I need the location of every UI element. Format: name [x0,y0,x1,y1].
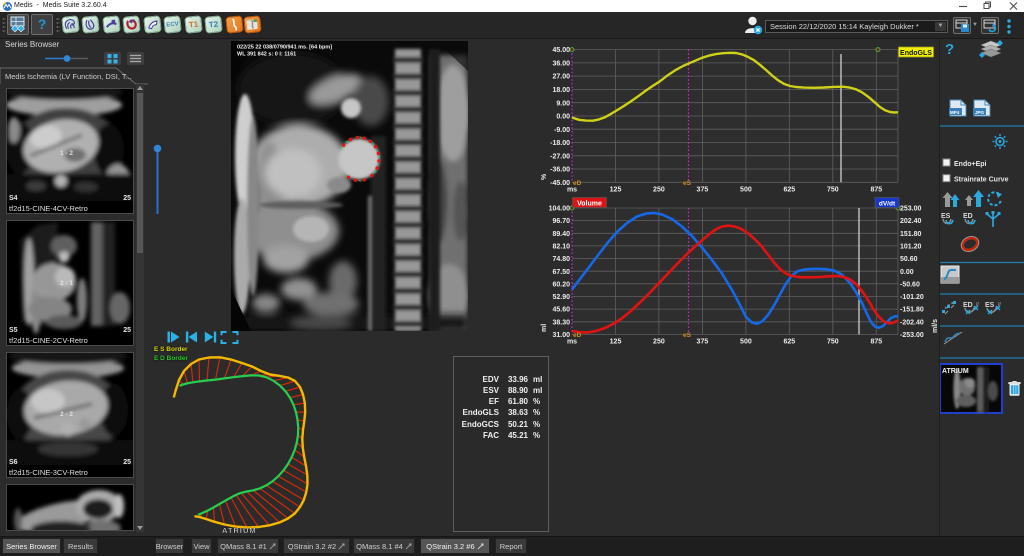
svg-text:250: 250 [653,187,665,194]
svg-text:Endo+Epi: Endo+Epi [954,161,987,168]
svg-text:JPG: JPG [975,110,985,115]
svg-text:Medis Ischemia (LV Function, D: Medis Ischemia (LV Function, DSI, T... [5,72,132,81]
svg-text:9.00: 9.00 [556,100,570,107]
svg-text:45.60: 45.60 [552,307,570,314]
svg-text:96.70: 96.70 [552,218,570,225]
svg-text:-50.60: -50.60 [900,281,920,288]
svg-text:74.80: 74.80 [552,256,570,263]
svg-text:875: 875 [870,187,882,194]
svg-text:0.00: 0.00 [556,114,570,121]
svg-text:-253.00: -253.00 [900,332,924,339]
svg-text:82.10: 82.10 [552,244,570,251]
svg-text:-202.40: -202.40 [900,319,924,326]
svg-text:101.20: 101.20 [900,244,922,251]
svg-text:50.60: 50.60 [900,256,918,263]
svg-text:eS: eS [683,180,692,187]
svg-text:?: ? [945,41,954,58]
svg-text:25: 25 [123,327,131,334]
svg-text:MP4: MP4 [950,110,960,115]
svg-text:-101.20: -101.20 [900,294,924,301]
svg-text:ms: ms [567,339,577,346]
svg-text:750: 750 [827,187,839,194]
svg-text:89.40: 89.40 [552,231,570,238]
svg-text:25: 25 [123,459,131,466]
svg-text:ATRIUM: ATRIUM [222,526,257,535]
svg-text:tf2d15-CINE-4CV-Retro: tf2d15-CINE-4CV-Retro [9,204,88,213]
svg-text:ms: ms [567,187,577,194]
svg-text:750: 750 [827,339,839,346]
svg-text:-9.00: -9.00 [554,127,570,134]
svg-text:-36.00: -36.00 [550,167,570,174]
svg-text:Strainrate Curve: Strainrate Curve [954,177,1009,184]
svg-text:WL 391 842 s: 0 I: 1161: WL 391 842 s: 0 I: 1161 [237,52,296,58]
svg-text:0.00: 0.00 [900,269,914,276]
svg-text:60.20: 60.20 [552,281,570,288]
svg-text:eS: eS [683,332,692,339]
svg-text:151.80: 151.80 [900,231,922,238]
svg-text:67.50: 67.50 [552,269,570,276]
svg-text:-151.80: -151.80 [900,307,924,314]
svg-text:S4: S4 [9,195,18,202]
svg-text:500: 500 [740,187,752,194]
svg-text:2 - 2: 2 - 2 [60,411,73,418]
svg-text:36.00: 36.00 [552,61,570,68]
svg-text:18.00: 18.00 [552,87,570,94]
svg-text:45.00: 45.00 [552,47,570,54]
svg-text:202.40: 202.40 [900,218,922,225]
svg-text:ml: ml [541,324,548,332]
svg-text:ATRIUM: ATRIUM [942,368,969,375]
svg-text:Volume: Volume [577,200,602,207]
svg-text:ED: ED [963,213,973,220]
svg-text:eD: eD [573,180,582,187]
svg-text:dV/dt: dV/dt [879,200,896,207]
svg-text://: // [998,302,1001,308]
svg-text:250: 250 [653,339,665,346]
svg-text:ES: ES [941,213,951,220]
svg-text:ED: ED [963,302,973,309]
svg-text:38.30: 38.30 [552,319,570,326]
svg-text:27.00: 27.00 [552,74,570,81]
svg-text:253.00: 253.00 [900,206,922,213]
svg-text:022/25 22 038/0790/941 ms. [6: 022/25 22 038/0790/941 ms. [64 bpm] [237,45,332,51]
svg-text:625: 625 [783,187,795,194]
svg-text:ES: ES [985,302,995,309]
svg-text:500: 500 [740,339,752,346]
svg-text:EndoGLS: EndoGLS [900,50,932,57]
svg-text:-18.00: -18.00 [550,140,570,147]
svg-text:S5: S5 [9,327,18,334]
svg-text:eD: eD [573,332,582,339]
svg-text:125: 125 [610,339,622,346]
svg-text:104.00: 104.00 [549,206,571,213]
svg-text:ml/s: ml/s [932,319,939,333]
svg-text:2 - 1: 2 - 1 [60,280,73,287]
svg-text:25: 25 [123,195,131,202]
svg-text:1 - 2: 1 - 2 [60,150,73,157]
svg-text:125: 125 [610,187,622,194]
svg-text://: // [976,302,979,308]
svg-text:52.90: 52.90 [552,294,570,301]
svg-text:875: 875 [870,339,882,346]
svg-text:-27.00: -27.00 [550,153,570,160]
svg-text:tf2d15-CINE-2CV-Retro: tf2d15-CINE-2CV-Retro [9,336,88,345]
svg-text:375: 375 [697,187,709,194]
svg-text:tf2d15-CINE-3CV-Retro: tf2d15-CINE-3CV-Retro [9,468,88,477]
svg-text:S6: S6 [9,459,18,466]
svg-text:625: 625 [783,339,795,346]
svg-text:%: % [541,173,548,180]
svg-text:375: 375 [697,339,709,346]
